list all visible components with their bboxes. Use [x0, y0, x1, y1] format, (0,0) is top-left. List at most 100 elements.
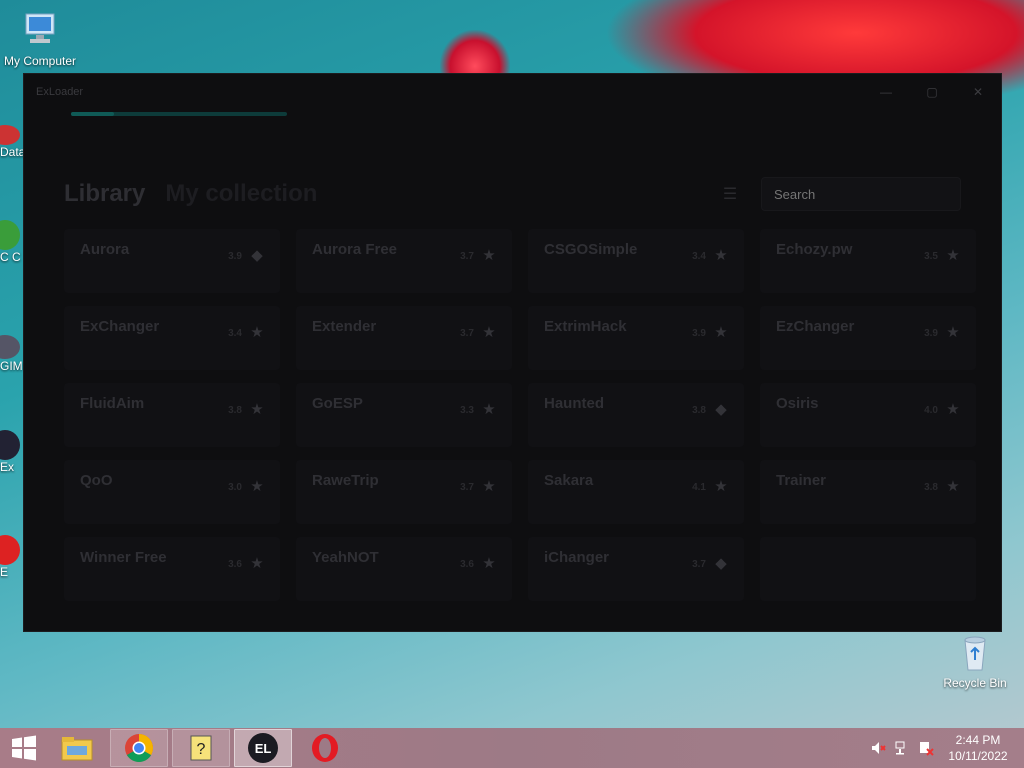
desktop-icon-label: C C: [0, 250, 21, 264]
cheat-card-rating: 3.9: [228, 251, 242, 262]
cheat-card[interactable]: YeahNOT 3.6 ★: [296, 537, 512, 601]
clock-date: 10/11/2022: [948, 749, 1008, 763]
cheat-card[interactable]: iChanger 3.7 ◆: [528, 537, 744, 601]
cheat-card[interactable]: Aurora 3.9 ◆: [64, 229, 280, 293]
star-icon[interactable]: ★: [480, 555, 498, 573]
tag-icon[interactable]: ◆: [712, 401, 730, 419]
taskbar-exloader[interactable]: EL: [234, 729, 292, 767]
desktop-icon-label: Recycle Bin: [943, 676, 1007, 690]
loading-progress-bar: [71, 112, 287, 116]
desktop-icon-label: E: [0, 565, 9, 579]
cheat-card[interactable]: CSGOSimple 3.4 ★: [528, 229, 744, 293]
taskbar-opera[interactable]: [296, 729, 354, 767]
filter-icon[interactable]: ☰: [719, 183, 741, 205]
cheat-card-rating: 3.7: [460, 328, 474, 339]
network-icon[interactable]: [890, 728, 914, 768]
cheat-card[interactable]: Echozy.pw 3.5 ★: [760, 229, 976, 293]
clock-time: 2:44 PM: [955, 733, 1001, 747]
tab-my-collection[interactable]: My collection: [165, 180, 317, 208]
star-icon[interactable]: ★: [480, 401, 498, 419]
cheat-card-rating: 3.6: [228, 559, 242, 570]
cheat-card-rating: 3.7: [460, 251, 474, 262]
cheat-card[interactable]: Aurora Free 3.7 ★: [296, 229, 512, 293]
file-explorer-icon: [61, 737, 93, 761]
cheat-card-rating: 4.1: [692, 482, 706, 493]
taskbar-file-explorer[interactable]: [48, 729, 106, 767]
cheat-card[interactable]: Sakara 4.1 ★: [528, 460, 744, 524]
progress-fill: [71, 112, 115, 116]
star-icon[interactable]: ★: [248, 401, 266, 419]
desktop-icon-label: GIM: [0, 359, 23, 373]
desktop-icon-my-computer[interactable]: My Computer: [0, 10, 80, 68]
cheat-card[interactable]: Trainer 3.8 ★: [760, 460, 976, 524]
chrome-icon: [125, 734, 153, 762]
cheat-card-rating: 3.8: [692, 405, 706, 416]
opera-icon: [312, 734, 338, 762]
cheat-card-rating: 3.6: [460, 559, 474, 570]
star-icon[interactable]: ★: [944, 247, 962, 265]
star-icon[interactable]: ★: [480, 247, 498, 265]
close-button[interactable]: ✕: [955, 74, 1001, 110]
search-input[interactable]: [761, 177, 961, 211]
star-icon[interactable]: ★: [248, 324, 266, 342]
cheat-card[interactable]: Extender 3.7 ★: [296, 306, 512, 370]
cheat-card-rating: 3.8: [924, 482, 938, 493]
taskbar-help[interactable]: ?: [172, 729, 230, 767]
cheat-card-rating: 3.7: [460, 482, 474, 493]
cheat-card-rating: 3.5: [924, 251, 938, 262]
star-icon[interactable]: ★: [944, 478, 962, 496]
star-icon[interactable]: ★: [944, 324, 962, 342]
cheat-card[interactable]: Osiris 4.0 ★: [760, 383, 976, 447]
app-icon: [0, 430, 20, 460]
volume-muted-icon[interactable]: [866, 728, 890, 768]
cheat-card[interactable]: ExtrimHack 3.9 ★: [528, 306, 744, 370]
recycle-bin-icon: [964, 636, 986, 671]
cheat-card-rating: 3.4: [228, 328, 242, 339]
cheat-card[interactable]: Haunted 3.8 ◆: [528, 383, 744, 447]
app-icon: [0, 125, 20, 145]
windows-icon: [12, 735, 36, 761]
cheat-card-rating: 3.9: [924, 328, 938, 339]
start-button[interactable]: [0, 728, 48, 768]
star-icon[interactable]: ★: [248, 555, 266, 573]
app-icon: [0, 335, 20, 359]
svg-text:?: ?: [197, 741, 206, 758]
star-icon[interactable]: ★: [480, 324, 498, 342]
tag-icon[interactable]: ◆: [712, 555, 730, 573]
star-icon[interactable]: ★: [712, 324, 730, 342]
app-icon: [0, 535, 20, 565]
star-icon[interactable]: ★: [480, 478, 498, 496]
cheat-card-rating: 3.4: [692, 251, 706, 262]
library-header: Library My collection ☰: [64, 174, 961, 214]
star-icon[interactable]: ★: [712, 478, 730, 496]
cheat-card-rating: 3.8: [228, 405, 242, 416]
desktop-icon-recycle-bin[interactable]: Recycle Bin: [935, 632, 1015, 690]
app-icon: [0, 220, 20, 250]
taskbar-clock[interactable]: 2:44 PM 10/11/2022: [938, 732, 1018, 764]
cheat-card[interactable]: QoO 3.0 ★: [64, 460, 280, 524]
star-icon[interactable]: ★: [944, 401, 962, 419]
cheat-card[interactable]: RaweTrip 3.7 ★: [296, 460, 512, 524]
cheat-card[interactable]: EzChanger 3.9 ★: [760, 306, 976, 370]
minimize-button[interactable]: —: [863, 74, 909, 110]
star-icon[interactable]: ★: [248, 478, 266, 496]
desktop-icon-label: My Computer: [3, 54, 77, 68]
cheat-card-rating: 3.0: [228, 482, 242, 493]
maximize-button[interactable]: ▢: [909, 74, 955, 110]
star-icon[interactable]: ★: [712, 247, 730, 265]
cheat-card[interactable]: FluidAim 3.8 ★: [64, 383, 280, 447]
cheat-card-rating: 4.0: [924, 405, 938, 416]
cheat-card[interactable]: Winner Free 3.6 ★: [64, 537, 280, 601]
cheat-card[interactable]: [760, 537, 976, 601]
cheat-card[interactable]: ExChanger 3.4 ★: [64, 306, 280, 370]
tab-library[interactable]: Library: [64, 180, 145, 208]
cheat-card[interactable]: GoESP 3.3 ★: [296, 383, 512, 447]
taskbar-chrome[interactable]: [110, 729, 168, 767]
tag-icon[interactable]: ◆: [248, 247, 266, 265]
title-bar[interactable]: ExLoader — ▢ ✕: [24, 74, 1001, 110]
cheat-card-grid: Aurora 3.9 ◆ Aurora Free 3.7 ★ CSGOSimple 3.4 ★ E…: [64, 229, 976, 601]
desktop-icon-label: Ex: [0, 460, 15, 474]
taskbar: ? EL 2:44 PM 10/11/2022: [0, 728, 1024, 768]
cheat-card-rating: 3.7: [692, 559, 706, 570]
action-center-warning-icon[interactable]: [914, 728, 938, 768]
